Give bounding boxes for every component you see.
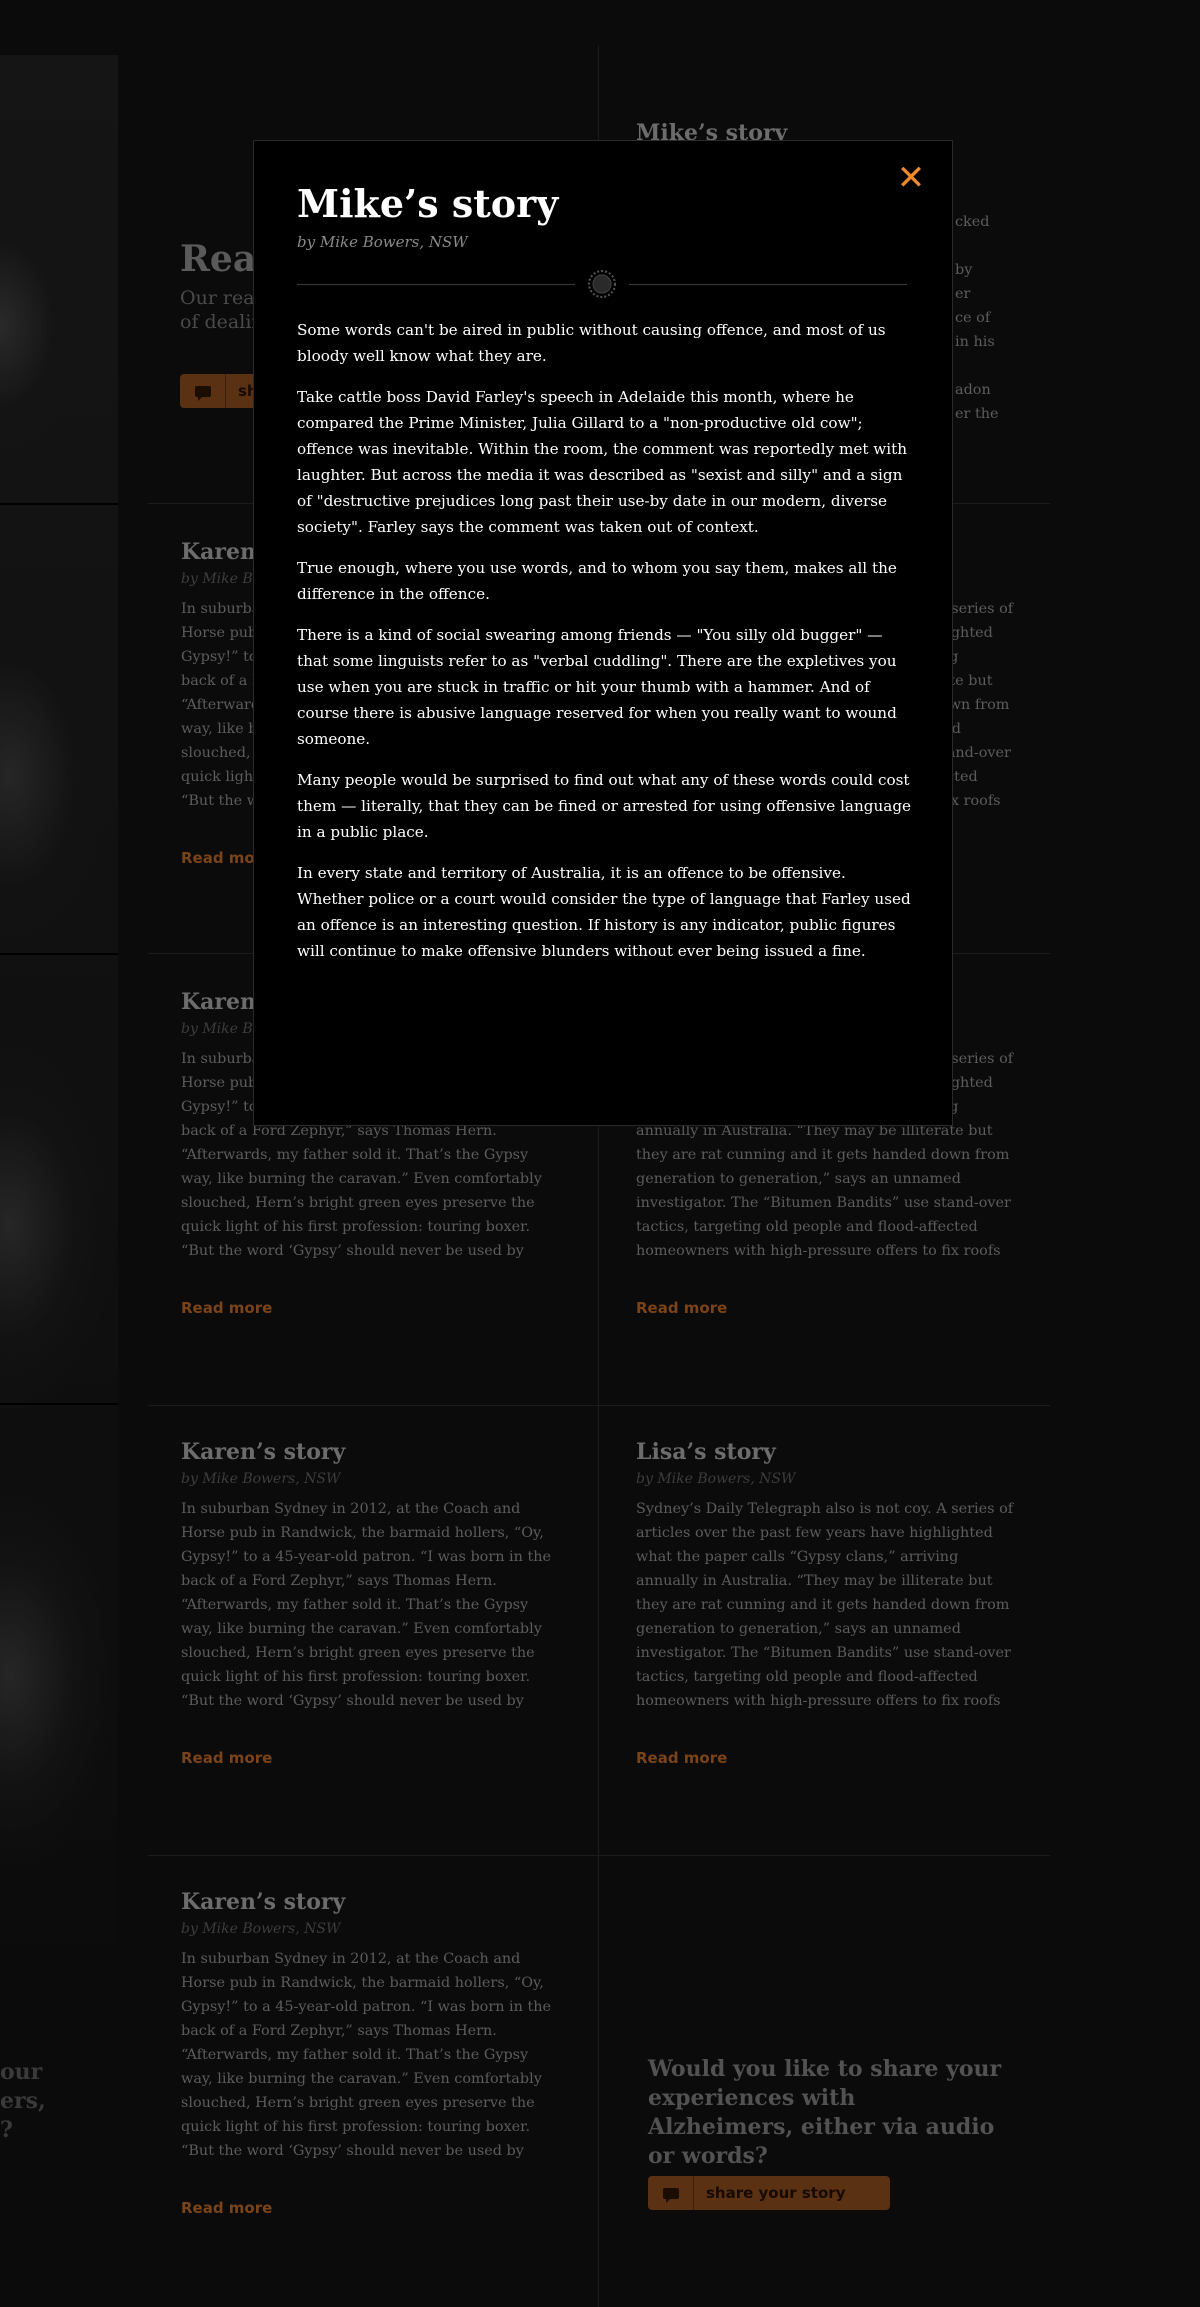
- seal-icon: [588, 270, 616, 298]
- card-excerpt: In suburban Sydney in 2012, at the Coach…: [181, 1951, 552, 2159]
- left-cta-fragment: our ers, ?: [0, 2059, 46, 2143]
- card-title: Karen’s story: [181, 1889, 346, 1915]
- modal-paragraph: In every state and territory of Australi…: [297, 864, 911, 960]
- modal-body: Some words can't be aired in public with…: [297, 317, 912, 979]
- story-card: Karen’s story by Mike Bowers, NSW In sub…: [181, 1889, 561, 2217]
- read-more-link[interactable]: Read more: [181, 1299, 561, 1317]
- read-more-link[interactable]: Read more: [636, 1299, 1016, 1317]
- share-cta-question: Would you like to share your experiences…: [648, 2056, 1002, 2169]
- card-text-fragments: cked by er ce of in his adon er the: [955, 214, 999, 422]
- card-byline: by Mike Bowers, NSW: [181, 1471, 341, 1487]
- card-excerpt: Sydney’s Daily Telegraph also is not coy…: [636, 1501, 1014, 1709]
- story-card: Lisa’s story by Mike Bowers, NSW Sydney’…: [636, 1439, 1016, 1767]
- card-title: Karen’s story: [181, 1439, 346, 1465]
- card-byline: by Mike Bowers, NSW: [181, 1921, 341, 1937]
- modal-title: Mike’s story: [297, 181, 559, 226]
- story-modal: ✕ Mike’s story by Mike Bowers, NSW Some …: [253, 140, 953, 1126]
- story-card: Karen’s story by Mike Bowers, NSW In sub…: [181, 1439, 561, 1767]
- modal-byline: by Mike Bowers, NSW: [297, 233, 468, 251]
- card-title: Lisa’s story: [636, 1439, 776, 1465]
- modal-paragraph: There is a kind of social swearing among…: [297, 626, 897, 748]
- modal-paragraph: Some words can't be aired in public with…: [297, 321, 886, 365]
- share-cta: Would you like to share your experiences…: [648, 2055, 1008, 2171]
- read-more-link[interactable]: Read more: [181, 1749, 561, 1767]
- card-excerpt: In suburban Sydney in 2012, at the Coach…: [181, 1501, 552, 1709]
- speech-bubble-icon: [648, 2176, 694, 2210]
- portrait-photo-strip: [0, 55, 118, 1945]
- ornamental-divider: [297, 269, 907, 299]
- modal-paragraph: Many people would be surprised to find o…: [297, 771, 912, 841]
- modal-paragraph: True enough, where you use words, and to…: [297, 559, 897, 603]
- read-more-link[interactable]: Read more: [636, 1749, 1016, 1767]
- share-your-story-button[interactable]: share your story: [648, 2176, 890, 2210]
- modal-paragraph: Take cattle boss David Farley's speech i…: [297, 388, 908, 536]
- close-icon[interactable]: ✕: [894, 161, 928, 195]
- speech-bubble-icon: [180, 374, 226, 408]
- row-divider: [148, 1855, 1050, 1856]
- card-byline: by Mike Bowers, NSW: [636, 1471, 796, 1487]
- read-more-link[interactable]: Read more: [181, 2199, 561, 2217]
- row-divider: [148, 1405, 1050, 1406]
